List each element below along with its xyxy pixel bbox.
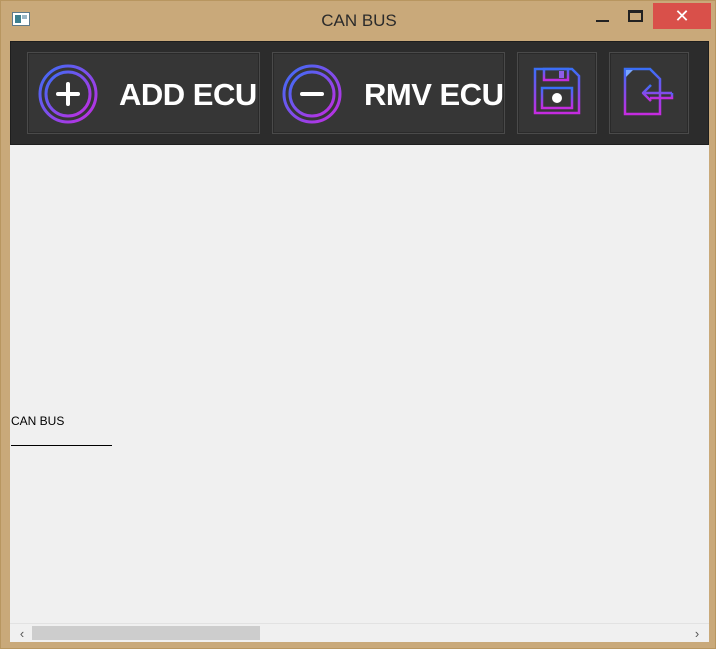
- horizontal-scrollbar[interactable]: ‹ ›: [10, 623, 709, 642]
- add-ecu-button[interactable]: ADD ECU: [27, 52, 260, 134]
- minimize-icon: [595, 20, 609, 22]
- maximize-button[interactable]: [621, 3, 649, 29]
- save-button[interactable]: [517, 52, 597, 134]
- minus-circle-icon: [282, 64, 342, 124]
- maximize-icon: [627, 10, 643, 22]
- bus-canvas[interactable]: CAN BUS: [10, 145, 709, 623]
- toolbar: ADD ECU RMV ECU: [10, 41, 709, 145]
- remove-ecu-label: RMV ECU: [364, 77, 504, 112]
- close-button[interactable]: ✕: [653, 3, 711, 29]
- scrollbar-thumb[interactable]: [32, 626, 260, 640]
- floppy-disk-icon: [533, 67, 581, 120]
- remove-ecu-button[interactable]: RMV ECU: [272, 52, 505, 134]
- title-bar[interactable]: CAN BUS ✕: [1, 1, 716, 39]
- scroll-left-icon[interactable]: ‹: [14, 626, 30, 642]
- minimize-button[interactable]: [589, 3, 615, 29]
- add-ecu-label: ADD ECU: [119, 77, 257, 112]
- app-window: CAN BUS ✕ ADD ECU RMV ECU CAN BUS ‹ ›: [0, 0, 716, 649]
- scroll-right-icon[interactable]: ›: [689, 626, 705, 642]
- close-icon: ✕: [674, 6, 690, 26]
- load-button[interactable]: [609, 52, 689, 134]
- can-bus-label: CAN BUS: [11, 414, 65, 428]
- plus-circle-icon: [38, 64, 98, 124]
- file-import-icon: [623, 67, 674, 121]
- can-bus-line[interactable]: [11, 445, 112, 446]
